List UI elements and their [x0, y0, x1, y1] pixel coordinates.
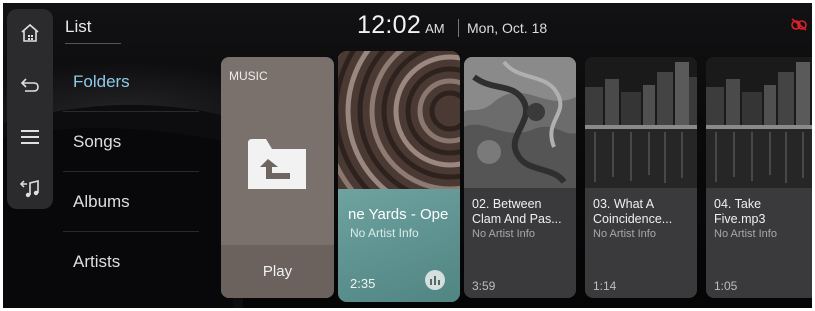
page-title: List — [65, 17, 92, 36]
now-playing-title: ne Yards - Ope — [348, 206, 449, 223]
track-card[interactable]: 02. Between Clam And Pas... No Artist In… — [464, 57, 576, 298]
track-artwork — [706, 57, 812, 188]
back-icon — [20, 78, 39, 92]
now-playing-info: ne Yards - Ope No Artist Info 2:35 — [338, 189, 460, 302]
clock-date: Mon, Oct. 18 — [467, 20, 548, 36]
menu-button[interactable] — [7, 117, 53, 157]
clock-time: 12:02 — [357, 11, 422, 39]
track-artist: No Artist Info — [472, 228, 535, 240]
folder-label: MUSIC — [229, 69, 268, 83]
track-duration: 3:59 — [472, 279, 496, 293]
track-card[interactable]: 03. What A Coincidence... No Artist Info… — [585, 57, 697, 298]
now-playing-time: 2:35 — [350, 276, 376, 291]
track-title: 04. Take Five.mp3 — [714, 197, 766, 226]
folder-up-icon — [246, 135, 308, 196]
menu-icon — [21, 130, 39, 144]
divider — [63, 171, 199, 172]
home-button[interactable] — [7, 13, 53, 53]
track-duration: 1:05 — [714, 279, 738, 293]
track-card[interactable]: 04. Take Five.mp3 No Artist Info 1:05 — [706, 57, 812, 298]
side-rail — [7, 9, 53, 209]
track-title: 02. Between Clam And Pas... — [472, 197, 562, 226]
now-playing-artwork — [338, 51, 460, 240]
music-source-button[interactable] — [7, 169, 53, 209]
connectivity-off-icon — [790, 17, 808, 36]
now-playing-artist: No Artist Info — [350, 226, 419, 240]
play-button[interactable]: Play — [221, 245, 334, 298]
divider — [63, 231, 199, 232]
clock-ampm: AM — [425, 21, 445, 36]
clock-separator — [458, 19, 459, 37]
title-underline — [65, 43, 121, 44]
equalizer-icon — [425, 270, 445, 290]
category-artists[interactable]: Artists — [59, 233, 199, 291]
category-albums[interactable]: Albums — [59, 173, 199, 231]
back-button[interactable] — [7, 65, 53, 105]
track-artist: No Artist Info — [593, 228, 656, 240]
folder-card[interactable]: MUSIC Play — [221, 57, 334, 298]
infotainment-screen: List 12:02 AM Mon, Oct. 18 Folders Songs… — [0, 0, 815, 311]
track-artwork — [464, 57, 576, 188]
music-source-icon — [19, 179, 39, 198]
now-playing-card[interactable]: ne Yards - Ope No Artist Info 2:35 — [338, 51, 460, 302]
track-artist: No Artist Info — [714, 228, 777, 240]
track-artwork — [585, 57, 697, 188]
category-songs[interactable]: Songs — [59, 113, 199, 171]
category-folders[interactable]: Folders — [59, 53, 199, 111]
home-icon — [21, 23, 39, 42]
divider — [63, 111, 199, 112]
track-duration: 1:14 — [593, 279, 617, 293]
clock: 12:02 AM — [357, 11, 445, 40]
track-title: 03. What A Coincidence... — [593, 197, 673, 226]
